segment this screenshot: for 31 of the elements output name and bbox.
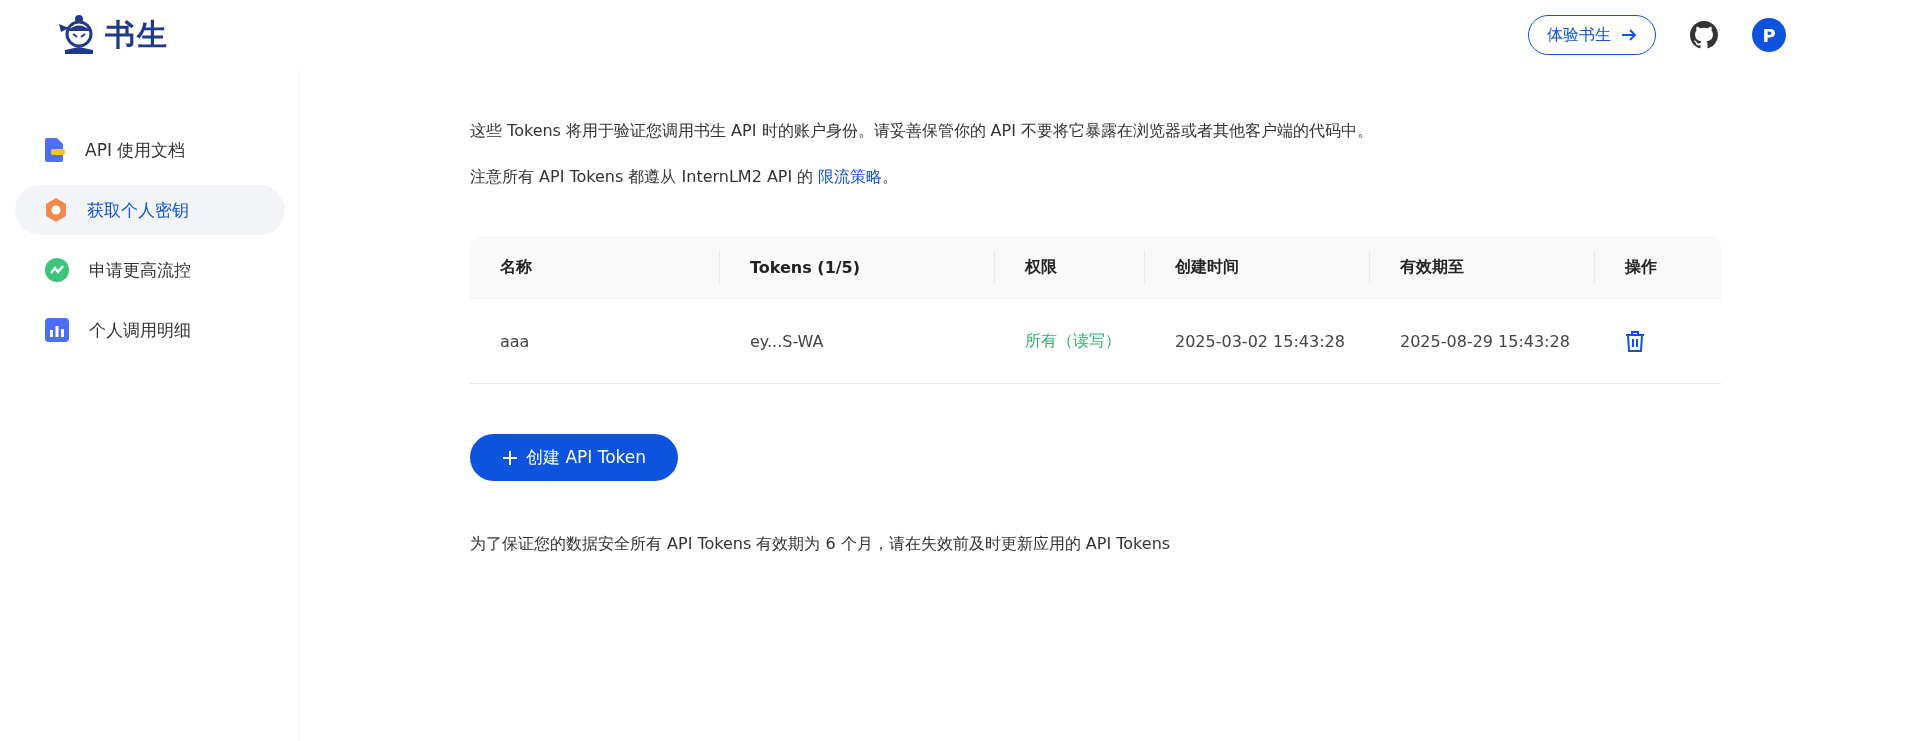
rate-limit-note: 注意所有 API Tokens 都遵从 InternLM2 API 的 限流策略。 (470, 166, 900, 188)
logo-text[interactable]: 书生 (105, 14, 169, 56)
delete-icon[interactable] (1625, 330, 1645, 352)
try-button[interactable]: 体验书生 (1528, 15, 1656, 55)
bar-chart-icon (45, 318, 69, 342)
sidebar-item[interactable]: API 使用文档 (15, 125, 285, 175)
column-header: 创建时间 (1175, 256, 1239, 278)
intro-text: 这些 Tokens 将用于验证您调用书生 API 时的账户身份。请妥善保管你的 API 不要将它暴露在浏览器或者其他客户端的代码中。 (470, 120, 1374, 142)
table-cell: ey...S-WA (750, 331, 824, 351)
sidebar-item[interactable]: 获取个人密钥 (15, 185, 285, 235)
arrow-right-icon (1621, 28, 1637, 42)
create-token-button[interactable]: 创建 API Token (470, 434, 679, 481)
plus-icon (502, 449, 518, 466)
sidebar-item[interactable]: 个人调用明细 (15, 305, 285, 355)
github-icon[interactable] (1690, 21, 1718, 49)
column-header: 权限 (1025, 256, 1057, 278)
column-header: 有效期至 (1400, 256, 1464, 278)
table-cell: 2025-08-29 15:43:28 (1400, 331, 1570, 351)
rate-limit-link[interactable]: 限流策略 (818, 167, 883, 186)
validity-note: 为了保证您的数据安全所有 API Tokens 有效期为 6 个月，请在失效前及时更新应用的 API Tokens (470, 533, 1172, 555)
column-header: 操作 (1625, 256, 1657, 278)
column-header: 名称 (500, 256, 532, 278)
user-avatar[interactable]: P (1752, 18, 1786, 52)
column-header: Tokens (1/5) (750, 257, 861, 277)
table-cell: 所有（读写） (1025, 330, 1121, 352)
table-cell: aaa (500, 331, 530, 351)
document-icon (45, 138, 65, 162)
table-cell: 2025-03-02 15:43:28 (1175, 331, 1345, 351)
hexagon-icon (45, 198, 67, 222)
sidebar-item[interactable]: 申请更高流控 (15, 245, 285, 295)
trend-icon (45, 258, 69, 282)
